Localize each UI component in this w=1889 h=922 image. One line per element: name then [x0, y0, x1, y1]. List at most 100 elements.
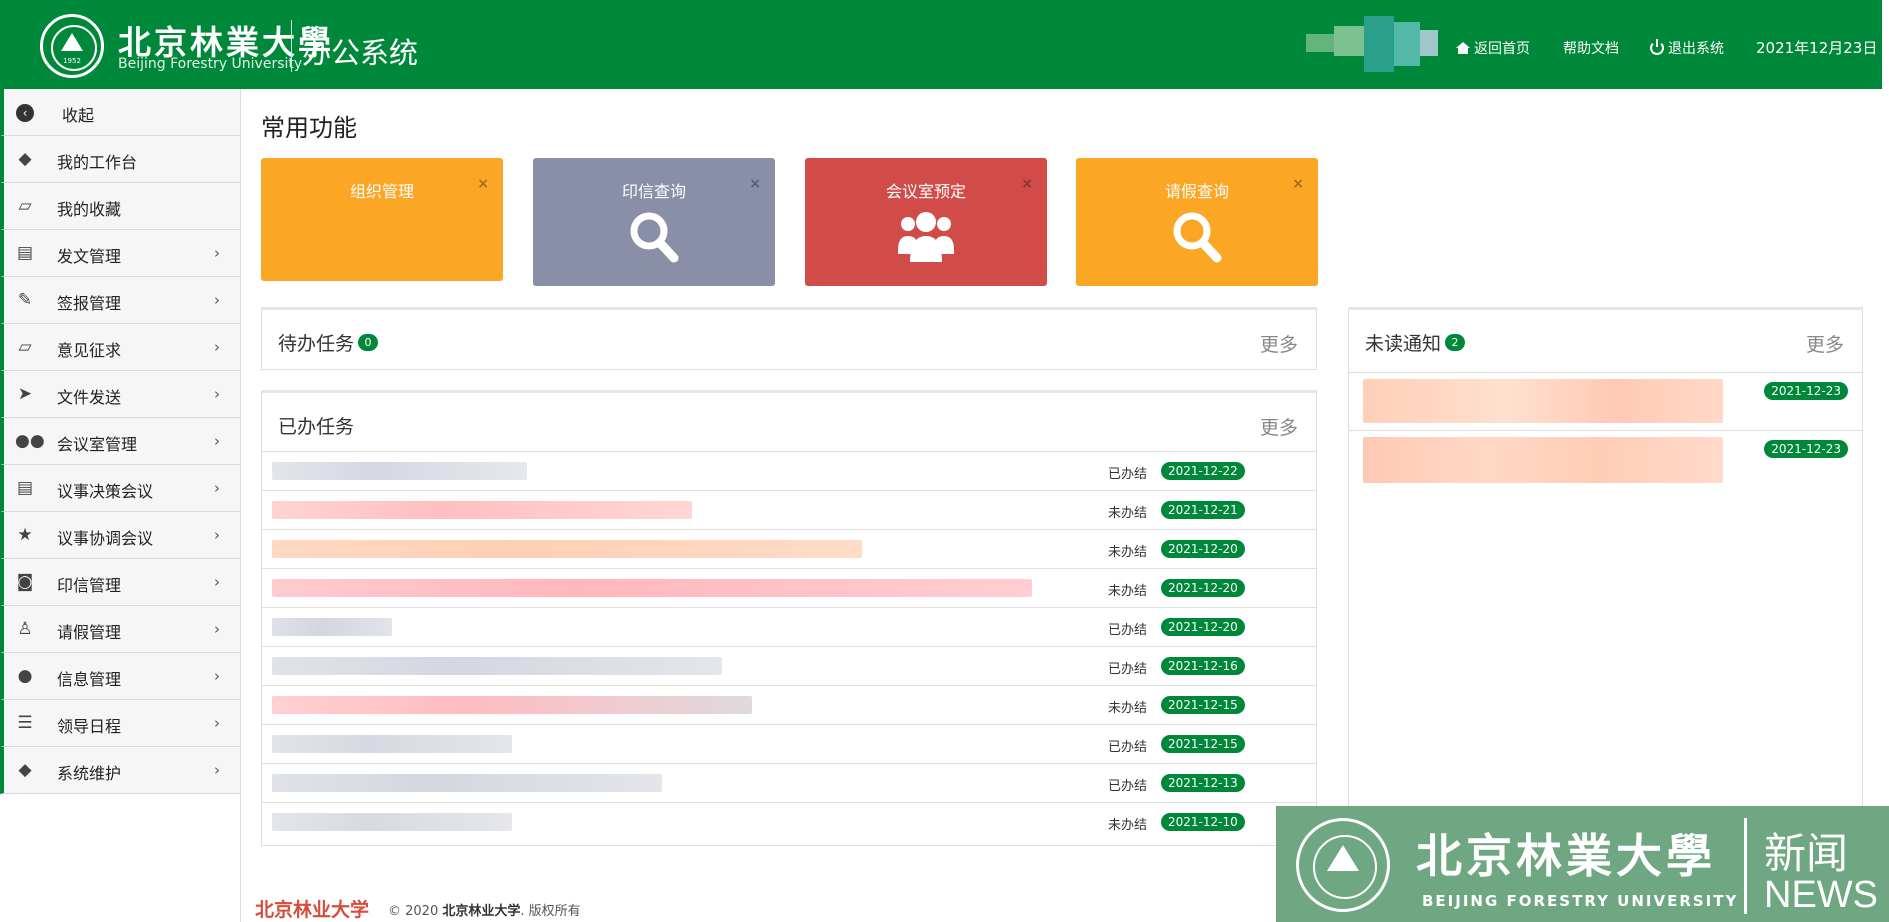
document-icon: ▤ [16, 478, 34, 498]
sidebar-item-workbench[interactable]: ◆ 我的工作台 [0, 136, 240, 183]
tag-icon: ◆ [18, 149, 32, 169]
task-date-badge: 2021-12-21 [1161, 501, 1245, 519]
sidebar-item-leader-schedule[interactable]: ☰ 领导日程 › [0, 700, 240, 747]
watermark-news-en: NEWS [1764, 874, 1878, 916]
sidebar-item-label: 系统维护 [57, 764, 122, 783]
sidebar-item-label: 收起 [62, 106, 95, 125]
search-icon [1173, 212, 1222, 263]
tile-label: 会议室预定 [885, 182, 966, 201]
user-avatar-blurred[interactable] [1306, 16, 1438, 72]
sidebar-item-label: 发文管理 [57, 247, 122, 266]
notice-row[interactable]: 2021-12-23 [1349, 430, 1862, 506]
search-icon [630, 212, 679, 263]
sidebar-item-label: 信息管理 [57, 670, 122, 689]
task-title-redacted [272, 501, 692, 519]
news-watermark: 北京林業大學 BEIJING FORESTRY UNIVERSITY 新闻 NE… [1276, 806, 1889, 922]
task-status: 未办结 [1108, 701, 1148, 716]
folder-open-icon: ▱ [18, 196, 32, 216]
task-title-redacted [272, 618, 392, 636]
sidebar-item-favorites[interactable]: ▱ 我的收藏 [0, 183, 240, 230]
watermark-brand-cn: 北京林業大學 [1416, 829, 1716, 883]
chevron-right-icon: › [214, 432, 220, 450]
table-row[interactable]: 未办结 2021-12-15 [262, 685, 1316, 724]
sidebar-item-dispatch[interactable]: ▤ 发文管理 › [0, 230, 240, 277]
chevron-right-icon: › [214, 244, 220, 262]
task-title-redacted [272, 462, 527, 480]
close-icon[interactable]: × [1292, 176, 1304, 192]
task-status: 已办结 [1108, 623, 1148, 638]
task-title-redacted [272, 579, 1032, 597]
panel-title-text: 待办任务 [278, 333, 355, 355]
task-date-badge: 2021-12-20 [1161, 618, 1245, 636]
notices-more-link[interactable]: 更多 [1806, 330, 1844, 357]
logout-link[interactable]: 退出系统 [1650, 38, 1724, 58]
tile-meeting-room-booking[interactable]: 会议室预定 × [805, 158, 1047, 286]
task-status: 未办结 [1108, 818, 1148, 833]
table-row[interactable]: 已办结 2021-12-20 [262, 607, 1316, 646]
sidebar-item-memo[interactable]: ✎ 签报管理 › [0, 277, 240, 324]
home-link-label: 返回首页 [1474, 41, 1530, 57]
unread-notices-title: 未读通知 2 [1365, 329, 1466, 356]
table-row[interactable]: 已办结 2021-12-22 [262, 451, 1316, 490]
task-date-badge: 2021-12-22 [1161, 462, 1245, 480]
sidebar-item-meeting-room[interactable]: ●● 会议室管理 › [0, 418, 240, 465]
sidebar-item-label: 议事决策会议 [57, 482, 154, 501]
task-status: 已办结 [1108, 467, 1148, 482]
logout-link-label: 退出系统 [1668, 41, 1724, 57]
system-title: 办公系统 [302, 36, 419, 70]
top-header: 1952 北京林業大學 Beijing Forestry University … [0, 0, 1882, 89]
close-icon[interactable]: × [477, 176, 489, 192]
help-link[interactable]: 帮助文档 [1563, 38, 1619, 58]
pending-more-link[interactable]: 更多 [1260, 330, 1298, 357]
task-date-badge: 2021-12-20 [1161, 579, 1245, 597]
users-icon [898, 212, 954, 262]
table-row[interactable]: 未办结 2021-12-21 [262, 490, 1316, 529]
task-title-redacted [272, 813, 512, 831]
stop-circle-icon: ◙ [16, 572, 34, 592]
sidebar-item-label: 文件发送 [57, 388, 122, 407]
list-icon: ☰ [17, 713, 33, 733]
sidebar-item-file-send[interactable]: ➤ 文件发送 › [0, 371, 240, 418]
edit-icon: ✎ [17, 290, 33, 310]
sidebar-item-label: 请假管理 [57, 623, 122, 642]
home-link[interactable]: 返回首页 [1456, 38, 1530, 58]
tile-leave-query[interactable]: 请假查询 × [1076, 158, 1318, 286]
table-row[interactable]: 未办结 2021-12-10 [262, 802, 1316, 841]
sidebar-item-leave[interactable]: ♙ 请假管理 › [0, 606, 240, 653]
watermark-brand-en: BEIJING FORESTRY UNIVERSITY [1422, 892, 1739, 910]
table-row[interactable]: 已办结 2021-12-15 [262, 724, 1316, 763]
university-seal-logo: 1952 [40, 14, 104, 78]
task-status: 未办结 [1108, 506, 1148, 521]
done-more-link[interactable]: 更多 [1260, 413, 1298, 440]
chevron-right-icon: › [214, 573, 220, 591]
current-date: 2021年12月23日 [1756, 39, 1878, 57]
table-row[interactable]: 已办结 2021-12-16 [262, 646, 1316, 685]
tile-org-management[interactable]: 组织管理 × [261, 158, 503, 281]
done-tasks-panel: 已办任务 更多 已办结 2021-12-22 未办结 2021-12-21 未办结 202… [261, 390, 1317, 846]
task-title-redacted [272, 735, 512, 753]
sidebar-item-label: 领导日程 [57, 717, 122, 736]
task-title-redacted [272, 540, 862, 558]
notice-title-redacted [1363, 437, 1723, 483]
task-title-redacted [272, 774, 662, 792]
sidebar: ‹ 收起 ◆ 我的工作台 ▱ 我的收藏 ▤ 发文管理 › ✎ 签报管理 › ▱ … [0, 89, 241, 922]
users-icon: ●● [15, 431, 45, 451]
sidebar-item-decision-meeting[interactable]: ▤ 议事决策会议 › [0, 465, 240, 512]
sidebar-item-collapse[interactable]: ‹ 收起 [0, 89, 240, 136]
sidebar-item-opinion[interactable]: ▱ 意见征求 › [0, 324, 240, 371]
close-icon[interactable]: × [1021, 176, 1033, 192]
tile-seal-query[interactable]: 印信查询 × [533, 158, 775, 286]
table-row[interactable]: 未办结 2021-12-20 [262, 529, 1316, 568]
close-icon[interactable]: × [749, 176, 761, 192]
table-row[interactable]: 未办结 2021-12-20 [262, 568, 1316, 607]
user-icon: ♙ [17, 619, 33, 639]
sidebar-item-seal[interactable]: ◙ 印信管理 › [0, 559, 240, 606]
sidebar-item-info[interactable]: ● 信息管理 › [0, 653, 240, 700]
notice-row[interactable]: 2021-12-23 [1349, 372, 1862, 430]
sidebar-item-coordination-meeting[interactable]: ★ 议事协调会议 › [0, 512, 240, 559]
task-date-badge: 2021-12-20 [1161, 540, 1245, 558]
sidebar-item-maintenance[interactable]: ◆ 系统维护 › [0, 747, 240, 794]
table-row[interactable]: 已办结 2021-12-13 [262, 763, 1316, 802]
task-title-redacted [272, 696, 752, 714]
watermark-news-cn: 新闻 [1764, 829, 1849, 878]
